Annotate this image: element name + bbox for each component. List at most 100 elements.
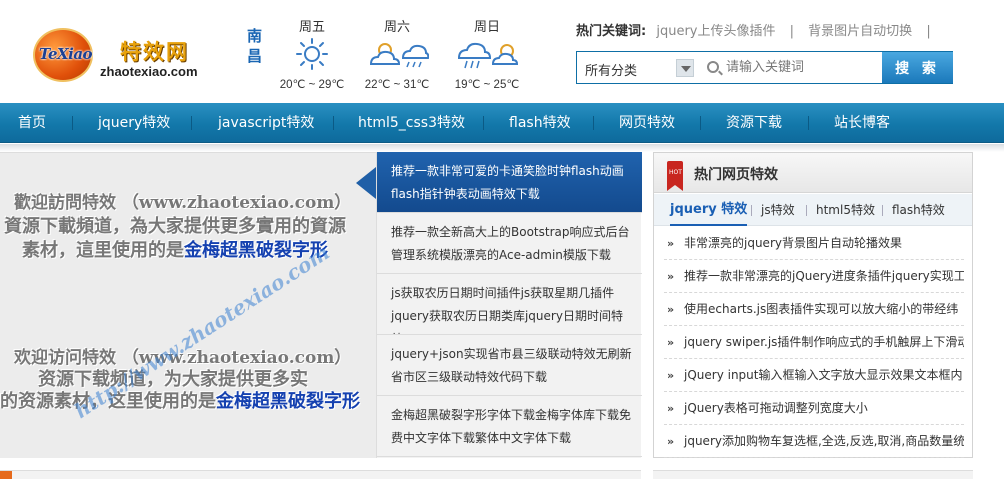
list-item-text: jQuery input输入框输入文字放大显示效果文本框内 [684, 368, 963, 382]
panel-list: » 非常漂亮的jquery背景图片自动轮播效果 » 推荐一款非常漂亮的jQuery进… [664, 227, 964, 458]
partly-cloudy-icon [369, 43, 430, 68]
list-item[interactable]: » jquery添加购物车复选框,全选,反选,取消,商品数量统 [664, 425, 964, 458]
bullet-icon: » [667, 303, 675, 316]
weather-day-name: 周日 [473, 20, 500, 35]
main-nav: 首页 jquery特效 javascript特效 html5_css3特效 fl… [0, 103, 1004, 143]
logo-url: zhaotexiao.com [100, 64, 198, 79]
bullet-icon: » [667, 402, 675, 415]
weather-day-name: 周五 [298, 20, 325, 35]
weather-city: 南 昌 [247, 26, 265, 66]
bullet-icon: » [667, 435, 675, 448]
nav-item-html5-css3[interactable]: html5_css3特效 [358, 103, 465, 143]
nav-item-blog[interactable]: 站长博客 [834, 103, 890, 143]
hot-keyword-separator: | [926, 24, 931, 39]
nav-separator [333, 116, 334, 130]
logo-badge: TeXiao [33, 28, 93, 82]
weather-temp: 22℃ ~ 31℃ [364, 79, 430, 91]
slide-title-item[interactable]: js获取农历日期时间插件js获取星期几插件jquery获取农历日期类库jquer… [377, 274, 642, 335]
nav-item-javascript[interactable]: javascript特效 [218, 103, 314, 143]
search-input-wrap [698, 52, 882, 83]
next-section-header [0, 470, 641, 479]
nav-separator [191, 116, 192, 130]
hot-keyword-link[interactable]: 背景图片自动切换 [808, 24, 912, 39]
search-icon [707, 61, 719, 73]
list-item-text: 推荐一款非常漂亮的jQuery进度条插件jquery实现工 [684, 269, 964, 283]
panel-title: 热门网页特效 [694, 167, 778, 183]
list-item-text: jquery添加购物车复选框,全选,反选,取消,商品数量统 [684, 434, 964, 448]
nav-item-web-effects[interactable]: 网页特效 [619, 103, 675, 143]
list-item-text: 使用echarts.js图表插件实现可以放大缩小的带经纬 [684, 302, 959, 316]
search-category-value: 所有分类 [585, 64, 638, 79]
section-marker [0, 471, 12, 479]
list-item-text: 非常漂亮的jquery背景图片自动轮播效果 [684, 236, 902, 250]
chevron-down-icon[interactable] [676, 59, 694, 77]
nav-item-flash[interactable]: flash特效 [509, 103, 571, 143]
nav-separator [593, 116, 594, 130]
tab-flash[interactable]: flash特效 [892, 194, 945, 226]
bullet-icon: » [667, 237, 675, 250]
list-item[interactable]: » jQuery input输入框输入文字放大显示效果文本框内 [664, 359, 964, 392]
logo-cn-name: 特效网 [120, 40, 189, 64]
nav-separator [808, 116, 809, 130]
slide-text-line: 素材，這里使用的是金梅超黑破裂字形 [22, 236, 328, 262]
nav-shadow [0, 144, 1004, 152]
list-item[interactable]: » jquery swiper.js插件制作响应式的手机触屏上下滑动 [664, 326, 964, 359]
search-category-select[interactable]: 所有分类 [577, 52, 696, 83]
nav-item-home[interactable]: 首页 [18, 103, 46, 143]
nav-separator [700, 116, 701, 130]
slide-text-part: 素材，這里使用的是 [22, 240, 184, 261]
site-logo[interactable]: TeXiao 特效网 zhaotexiao.com [30, 26, 230, 86]
slide-title-item[interactable]: 金梅超黑破裂字形字体下载金梅字体库下载免费中文字体下载繁体中文字体下载 [377, 396, 642, 457]
slide-text-line: 的资源素材，这里使用的是金梅超黑破裂字形 [0, 387, 360, 413]
weather-city-char1: 南 [247, 27, 263, 45]
hot-keywords-title: 热门关键词: [576, 24, 647, 39]
bullet-icon: » [667, 369, 675, 382]
list-item[interactable]: » 非常漂亮的jquery背景图片自动轮播效果 [664, 227, 964, 260]
slide-text-line: 歡迎訪問特效 （www.zhaotexiao.com） [14, 193, 352, 213]
weather-day-1: 周五 20℃ ~ 29℃ [277, 16, 347, 91]
weather-city-char2: 昌 [247, 47, 263, 65]
list-item[interactable]: » 使用echarts.js图表插件实现可以放大缩小的带经纬 [664, 293, 964, 326]
weather-day-2: 周六 22℃ ~ 31℃ [362, 16, 432, 91]
nav-item-resources[interactable]: 资源下载 [726, 103, 782, 143]
hot-keywords: 热门关键词: jquery上传头像插件 | 背景图片自动切换 | [576, 20, 941, 39]
tab-separator [882, 205, 883, 216]
slide-title-list: 推荐一款非常可爱的卡通笑脸时钟flash动画flash指针钟表动画特效下载 推荐… [376, 152, 642, 458]
hot-effects-panel: HOT 热门网页特效 jquery 特效 js特效 html5特效 flash特… [653, 152, 973, 458]
weather-temp: 19℃ ~ 25℃ [454, 79, 520, 91]
bullet-icon: » [667, 336, 675, 349]
nav-separator [72, 116, 73, 130]
next-panel-header [653, 470, 973, 479]
active-slide-pointer [356, 167, 376, 199]
list-item-text: jquery swiper.js插件制作响应式的手机触屏上下滑动 [684, 335, 964, 349]
hot-icon-text: HOT [669, 169, 682, 176]
hot-keyword-link[interactable]: jquery上传头像插件 [656, 24, 775, 39]
search-input[interactable] [726, 52, 876, 83]
tab-jquery[interactable]: jquery 特效 [670, 194, 748, 226]
search-button[interactable]: 搜 索 [882, 52, 953, 83]
tab-html5[interactable]: html5特效 [816, 194, 875, 226]
weather-temp: 20℃ ~ 29℃ [279, 79, 345, 91]
slide-title-item[interactable]: jquery+json实现省市县三级联动特效无刷新省市区三级联动特效代码下载 [377, 335, 642, 396]
slider-image[interactable]: 歡迎訪問特效 （www.zhaotexiao.com） 資源下載頻道，為大家提供… [0, 152, 376, 458]
bookmark-hot-icon: HOT [667, 161, 683, 191]
tab-separator [751, 205, 752, 216]
slide-title-item-active[interactable]: 推荐一款非常可爱的卡通笑脸时钟flash动画flash指针钟表动画特效下载 [377, 152, 642, 213]
tab-js[interactable]: js特效 [761, 194, 795, 226]
tab-separator [806, 205, 807, 216]
rain-cloud-icon [457, 42, 519, 69]
sunny-icon [296, 38, 328, 70]
list-item-text: jQuery表格可拖动调整列宽度大小 [684, 401, 868, 415]
site-header: TeXiao 特效网 zhaotexiao.com 南 昌 周五 20℃ ~ 2… [0, 0, 1004, 103]
bullet-icon: » [667, 270, 675, 283]
slide-title-item[interactable]: 推荐一款全新高大上的Bootstrap响应式后台管理系统模版漂亮的Ace-adm… [377, 213, 642, 274]
hot-keyword-separator: | [789, 24, 795, 39]
list-item[interactable]: » 推荐一款非常漂亮的jQuery进度条插件jquery实现工 [664, 260, 964, 293]
nav-separator [483, 116, 484, 130]
weather-day-name: 周六 [383, 20, 410, 35]
panel-header: HOT 热门网页特效 [654, 153, 972, 193]
list-item[interactable]: » jQuery表格可拖动调整列宽度大小 [664, 392, 964, 425]
slide-text-line: 資源下載頻道，為大家提供更多實用的資源 [4, 216, 346, 237]
slide-text-highlight: 金梅超黑破裂字形 [216, 391, 360, 412]
nav-item-jquery[interactable]: jquery特效 [98, 103, 170, 143]
